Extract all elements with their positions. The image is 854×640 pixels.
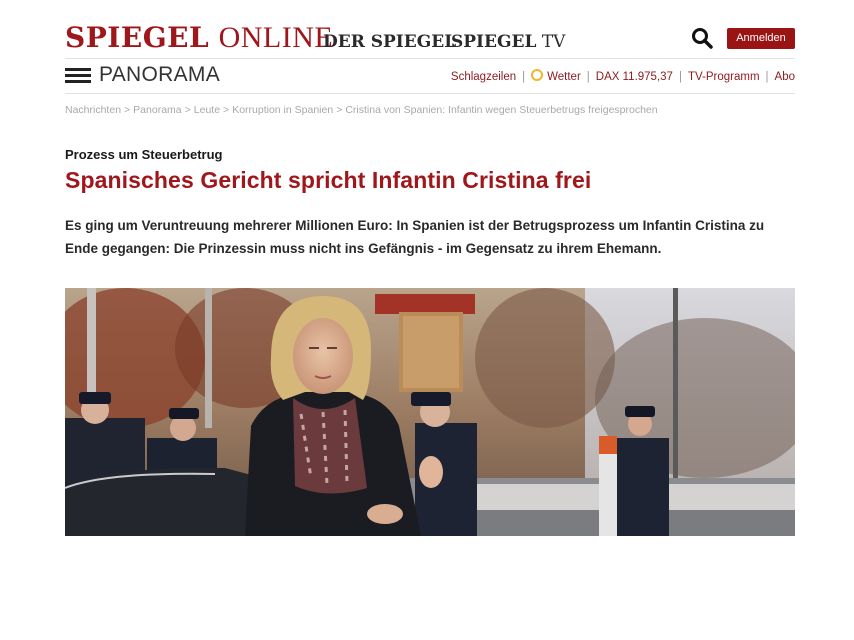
separator: | [586,71,590,83]
search-icon [692,28,713,49]
der-spiegel-logo[interactable]: DER SPIEGEL [323,32,456,52]
breadcrumb-item[interactable]: Korruption in Spanien [232,104,333,116]
logo-main-bold: SPIEGEL [65,21,210,54]
link-tv-program[interactable]: TV-Programm [688,71,760,83]
search-button[interactable] [691,27,713,49]
quick-links: Schlagzeilen | Wetter | DAX 11.975,37 | TV-Pro… [451,69,795,83]
breadcrumb-separator: > [336,104,343,116]
login-button[interactable]: Anmelden [727,28,795,49]
separator: | [678,71,682,83]
article-headline: Spanisches Gericht spricht Infantin Cris… [65,167,592,193]
sun-icon [531,69,544,81]
article-kicker: Prozess um Steuerbetrug [65,147,223,162]
hero-photo [65,288,795,536]
breadcrumb-item[interactable]: Nachrichten [65,104,121,116]
breadcrumb-item[interactable]: Panorama [133,104,181,116]
brand-header: SPIEGEL ONLINE DER SPIEGEL SPIEGEL TV An… [65,18,795,58]
breadcrumb-separator: > [184,104,191,116]
breadcrumb: Nachrichten > Panorama > Leute > Korruption in… [65,104,658,116]
breadcrumb-separator: > [223,104,230,116]
hamburger-menu-icon[interactable] [65,68,91,84]
article-hero-image[interactable] [65,288,795,536]
section-nav: PANORAMA Schlagzeilen | Wetter | DAX 11.975,… [65,62,795,90]
breadcrumb-item[interactable]: Leute [194,104,220,116]
link-subscribe[interactable]: Abo [775,71,795,83]
link-headlines[interactable]: Schlagzeilen [451,71,516,83]
header-divider [65,58,795,59]
breadcrumb-separator: > [124,104,131,116]
section-divider [65,93,795,94]
link-weather-label: Wetter [547,71,581,83]
article-teaser: Es ging um Veruntreuung mehrerer Million… [65,218,765,256]
logo-tv-light: TV [541,32,566,52]
logo-main-light: ONLINE [218,21,334,54]
breadcrumb-current: Cristina von Spanien: Infantin wegen Ste… [345,104,658,116]
spiegel-online-logo[interactable]: SPIEGEL ONLINE [65,21,333,55]
separator: | [765,71,769,83]
spiegel-tv-logo[interactable]: SPIEGEL TV [451,32,565,52]
section-title[interactable]: PANORAMA [99,63,220,87]
logo-tv-bold: SPIEGEL [451,32,537,52]
separator: | [522,71,526,83]
link-weather[interactable]: Wetter [531,69,581,83]
link-dax[interactable]: DAX 11.975,37 [596,71,673,83]
